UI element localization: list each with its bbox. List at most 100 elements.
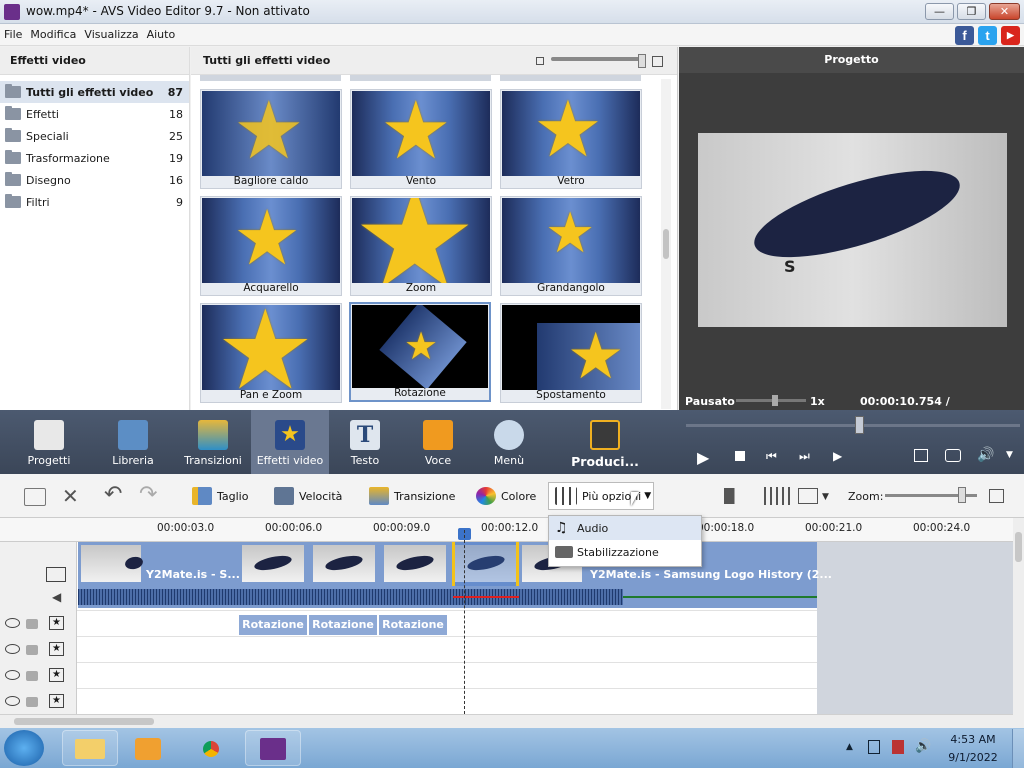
eye-icon[interactable] [5, 696, 20, 706]
next-frame-icon[interactable]: ⏭ [799, 449, 810, 464]
maximize-button[interactable]: ❐ [957, 3, 986, 20]
thumb-large-icon[interactable] [652, 56, 663, 67]
menu-visualizza[interactable]: Visualizza [80, 28, 142, 41]
film-icon [118, 420, 148, 450]
speed-slider-handle[interactable] [772, 395, 778, 406]
aspect-ratio-icon[interactable] [798, 488, 818, 504]
transizione-button[interactable]: Transizione [369, 486, 455, 506]
tool-testo[interactable]: T Testo [326, 410, 404, 474]
thumb-size-handle[interactable] [638, 54, 646, 68]
delete-icon[interactable]: ✕ [62, 484, 79, 508]
category-item-tutti[interactable]: Tutti gli effetti video 87 [0, 81, 189, 103]
tool-produci[interactable]: Produci... [565, 410, 645, 474]
category-item-filtri[interactable]: Filtri 9 [0, 191, 189, 213]
tool-progetti[interactable]: Progetti [10, 410, 88, 474]
effect-tile-bagliore-caldo[interactable]: ★ Bagliore caldo [200, 89, 342, 189]
thumb-size-slider[interactable] [551, 57, 646, 61]
close-button[interactable]: ✕ [989, 3, 1020, 20]
snapshot-icon[interactable] [945, 449, 961, 462]
tool-libreria[interactable]: Libreria [94, 410, 172, 474]
video-preview[interactable]: S [698, 133, 1007, 327]
twitter-icon[interactable]: t [978, 26, 997, 45]
explorer-taskbar-icon[interactable] [62, 730, 118, 766]
menu-modifica[interactable]: Modifica [26, 28, 80, 41]
start-button[interactable] [4, 730, 44, 766]
category-item-effetti[interactable]: Effetti 18 [0, 103, 189, 125]
storyboard-icon[interactable] [24, 488, 46, 506]
fullscreen-icon[interactable] [914, 449, 928, 462]
speaker-icon[interactable]: ◀ [52, 590, 61, 604]
tool-voce[interactable]: Voce [399, 410, 477, 474]
menu-aiuto[interactable]: Aiuto [143, 28, 180, 41]
seek-bar[interactable] [686, 424, 1020, 427]
network-icon[interactable] [868, 740, 880, 754]
stop-icon[interactable] [735, 451, 745, 461]
zoom-slider-handle[interactable] [958, 487, 966, 503]
colore-button[interactable]: Colore [476, 486, 536, 506]
tool-label: Progetti [27, 454, 71, 467]
dropdown-item-audio[interactable]: ♫ Audio [549, 516, 701, 540]
volume-icon[interactable]: 🔊 [977, 447, 994, 463]
eye-icon[interactable] [5, 670, 20, 680]
play-selection-icon[interactable]: ▶ [833, 449, 842, 463]
action-center-icon[interactable] [892, 740, 904, 754]
tool-menu[interactable]: Menù [470, 410, 548, 474]
seek-handle[interactable] [855, 416, 864, 434]
redo-icon[interactable]: ↷ [139, 482, 157, 507]
category-item-speciali[interactable]: Speciali 25 [0, 125, 189, 147]
transizione-label: Transizione [394, 489, 456, 503]
clock-time[interactable]: 4:53 AM [948, 733, 998, 746]
effect-tile-spostamento[interactable]: ★ Spostamento [500, 303, 642, 403]
dropdown-item-stabilizzazione[interactable]: Stabilizzazione [549, 540, 701, 564]
timeline-ruler[interactable]: 00:00:03.0 00:00:06.0 00:00:09.0 00:00:1… [0, 518, 1024, 542]
play-icon[interactable]: ▶ [697, 448, 709, 467]
timeline-vertical-scrollbar[interactable] [1013, 518, 1024, 728]
media-player-taskbar-icon[interactable] [121, 730, 177, 766]
velocita-button[interactable]: Velocità [274, 486, 342, 506]
audio-track[interactable] [78, 586, 817, 608]
effect-block-rotazione[interactable]: Rotazione [239, 615, 307, 635]
eye-icon[interactable] [5, 618, 20, 628]
effect-block-rotazione[interactable]: Rotazione [379, 615, 447, 635]
tray-expand-icon[interactable]: ▲ [846, 742, 853, 752]
chrome-taskbar-icon[interactable] [184, 730, 240, 766]
lock-icon[interactable] [26, 697, 38, 707]
eye-icon[interactable] [5, 644, 20, 654]
tool-effetti-video[interactable]: ★ Effetti video [251, 410, 329, 474]
show-desktop-button[interactable] [1012, 729, 1024, 768]
audio-mixer-icon[interactable] [764, 487, 790, 505]
facebook-icon[interactable]: f [955, 26, 974, 45]
tool-transizioni[interactable]: Transizioni [174, 410, 252, 474]
youtube-icon[interactable]: ▶ [1001, 26, 1020, 45]
effect-tile-vetro[interactable]: ★ Vetro [500, 89, 642, 189]
timeline-horizontal-scrollbar[interactable] [0, 714, 1013, 728]
avs-taskbar-icon[interactable] [245, 730, 301, 766]
lock-icon[interactable] [26, 645, 38, 655]
effects-scrollbar[interactable] [661, 79, 671, 409]
split-icon[interactable] [724, 488, 750, 504]
taglio-button[interactable]: Taglio [192, 486, 248, 506]
category-item-disegno[interactable]: Disegno 16 [0, 169, 189, 191]
menu-file[interactable]: File [0, 28, 26, 41]
category-item-trasformazione[interactable]: Trasformazione 19 [0, 147, 189, 169]
effect-block-rotazione[interactable]: Rotazione [309, 615, 377, 635]
effect-tile-rotazione[interactable]: ★ Rotazione [349, 302, 491, 402]
lock-icon[interactable] [26, 671, 38, 681]
speed-slider[interactable] [736, 399, 806, 402]
volume-tray-icon[interactable]: 🔊 [915, 739, 931, 754]
minimize-button[interactable]: — [925, 3, 954, 20]
prev-frame-icon[interactable]: ⏮ [766, 449, 777, 464]
effect-tile-acquarello[interactable]: ★ Acquarello [200, 196, 342, 296]
undo-icon[interactable]: ↶ [104, 482, 122, 507]
clock-date[interactable]: 9/1/2022 [946, 751, 1000, 764]
video-track-icon [46, 567, 66, 582]
effect-tile-grandangolo[interactable]: ★ Grandangolo [500, 196, 642, 296]
aspect-dropdown-icon[interactable]: ▼ [822, 492, 829, 502]
lock-icon[interactable] [26, 619, 38, 629]
volume-dropdown-icon[interactable]: ▼ [1006, 450, 1013, 460]
thumb-small-icon[interactable] [536, 57, 544, 65]
effect-tile-zoom[interactable]: ★ Zoom [350, 196, 492, 296]
fit-timeline-icon[interactable] [989, 489, 1004, 503]
effect-tile-pan-e-zoom[interactable]: ★ Pan e Zoom [200, 303, 342, 403]
effect-tile-vento[interactable]: ★ Vento [350, 89, 492, 189]
